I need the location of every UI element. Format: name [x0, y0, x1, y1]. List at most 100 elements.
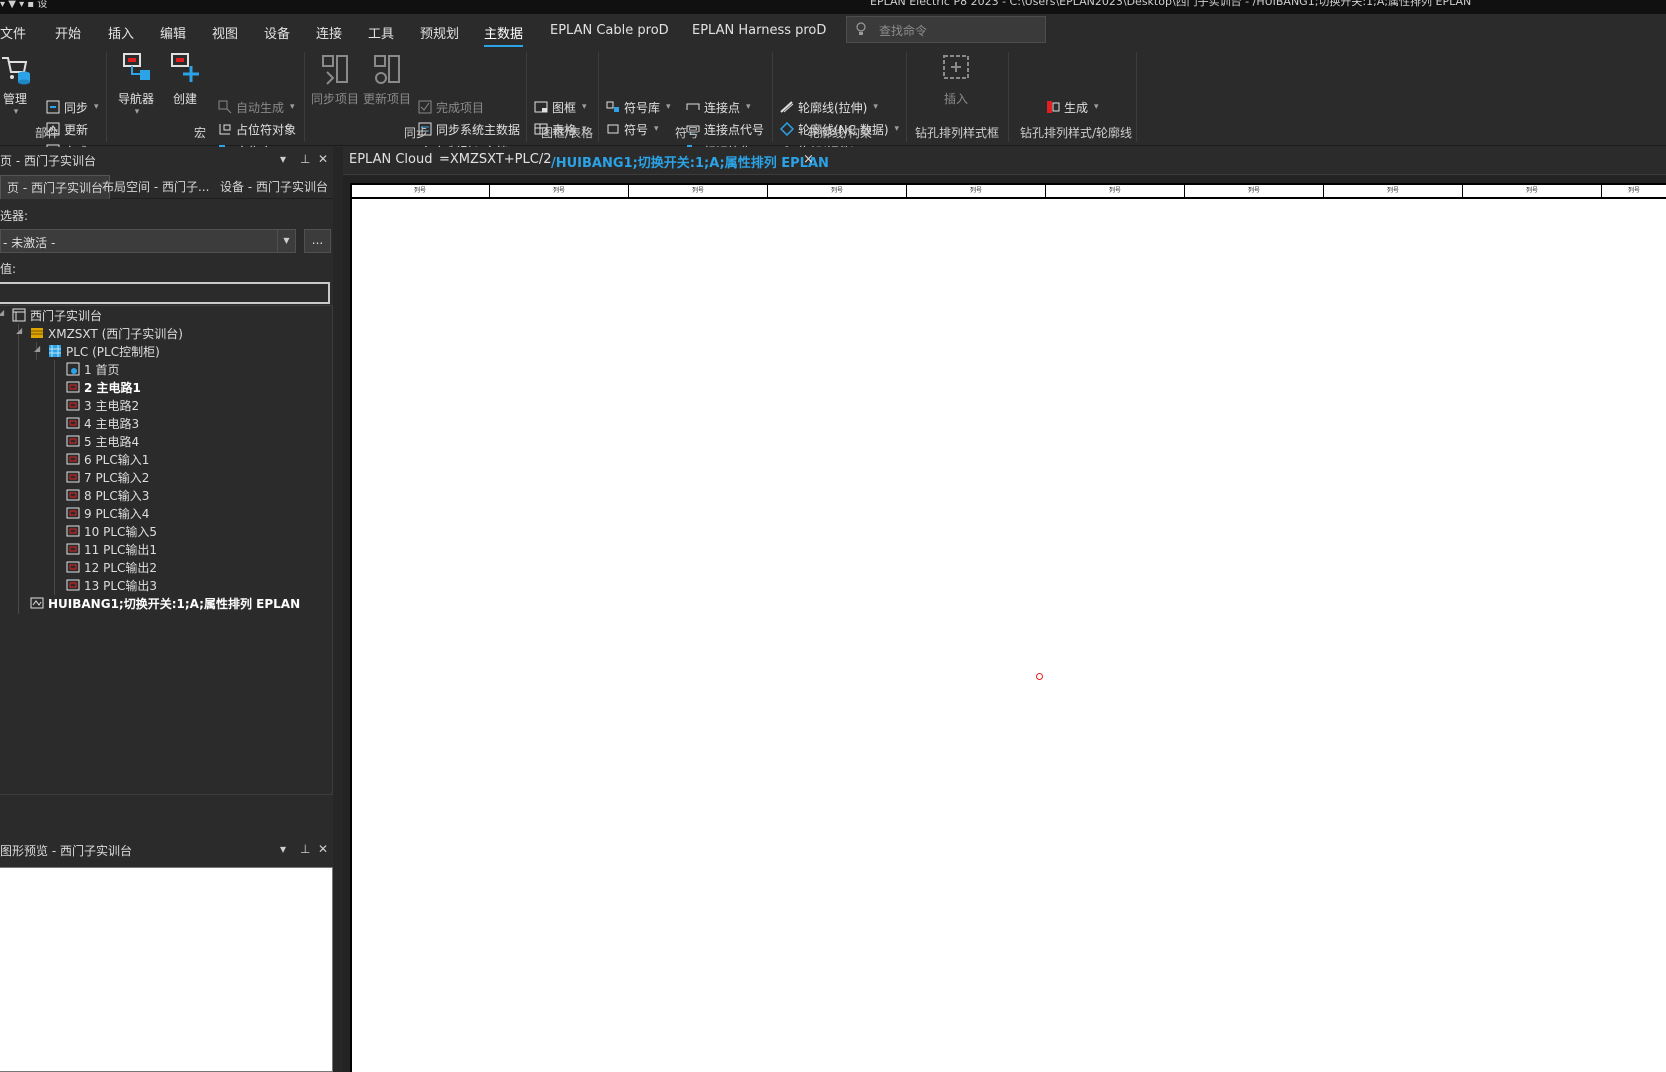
- panel-splitter[interactable]: [333, 147, 343, 1072]
- complete-project-icon: [418, 100, 432, 114]
- menu-tools[interactable]: 工具: [368, 23, 394, 42]
- placeholder-object-button[interactable]: 占位符对象: [218, 120, 296, 138]
- drill-frame-insert-button[interactable]: 插入: [932, 52, 980, 107]
- menu-start[interactable]: 开始: [55, 23, 81, 42]
- sync-project-button[interactable]: 同步项目: [310, 52, 360, 107]
- tree-page[interactable]: 1 首页: [66, 360, 119, 378]
- close-tab-icon[interactable]: ×: [803, 152, 814, 167]
- tab-eplan-cloud[interactable]: EPLAN Cloud: [349, 152, 432, 167]
- update-project-label: 更新项目: [362, 92, 411, 106]
- insertion-point-marker: [1036, 673, 1043, 680]
- pin-icon[interactable]: ⊥: [300, 152, 310, 166]
- menu-device[interactable]: 设备: [264, 23, 290, 42]
- chevron-down-icon: ▾: [582, 102, 587, 112]
- panel-menu-icon[interactable]: ▾: [280, 842, 286, 856]
- connection-point-button[interactable]: 连接点 ▾: [686, 98, 751, 116]
- tree-page-label: 8 PLC输入3: [84, 488, 150, 503]
- tree-cabinet-label: PLC (PLC控制柜): [66, 344, 160, 359]
- tree-page[interactable]: 7 PLC输入2: [66, 468, 149, 486]
- sheet-left-border: [350, 183, 352, 1072]
- auto-generate-button[interactable]: 自动生成 ▾: [218, 98, 295, 116]
- tab-pages[interactable]: 页 - 西门子实训台: [0, 175, 110, 199]
- menu-preplan[interactable]: 预规划: [420, 23, 459, 42]
- tree-page[interactable]: 9 PLC输入4: [66, 504, 149, 522]
- close-icon[interactable]: ✕: [318, 152, 328, 166]
- quick-access-toolbar[interactable]: ▾ ▼ ▾ ▪ 设: [0, 0, 47, 10]
- navigator-button[interactable]: 导航器 ▾: [114, 52, 158, 117]
- tree-page[interactable]: 13 PLC输出3: [66, 576, 157, 594]
- tab-schematic-page[interactable]: =XMZSXT+PLC/2: [439, 152, 552, 167]
- symbol-library-icon: [606, 101, 619, 112]
- tree-page[interactable]: 2 主电路1: [66, 378, 141, 396]
- tree-page[interactable]: 8 PLC输入3: [66, 486, 149, 504]
- tab-layout-space[interactable]: 布局空间 - 西门子...: [96, 175, 215, 199]
- menu-harness-prod[interactable]: EPLAN Harness proD: [692, 23, 826, 38]
- tree-collapse-icon[interactable]: ◢: [34, 344, 40, 353]
- group-label-outline: 轮廓线/构架: [807, 126, 873, 140]
- filter-label: 选器:: [0, 209, 29, 223]
- part-sync-button[interactable]: 同步 ▾: [46, 98, 99, 116]
- menu-cable-prod[interactable]: EPLAN Cable proD: [550, 23, 669, 38]
- tree-page[interactable]: 5 主电路4: [66, 432, 139, 450]
- menu-master-data[interactable]: 主数据: [484, 23, 524, 47]
- menu-insert[interactable]: 插入: [108, 23, 134, 42]
- tree-page[interactable]: 3 主电路2: [66, 396, 139, 414]
- symbol-library-button[interactable]: 符号库 ▾: [606, 98, 671, 116]
- schematic-page-icon: [66, 525, 80, 537]
- value-label: 值:: [0, 262, 17, 276]
- frame-button[interactable]: 图框 ▾: [534, 98, 587, 116]
- outline-drawn-button[interactable]: 轮廓线(拉伸) ▾: [780, 98, 878, 116]
- macro-create-button[interactable]: 创建: [166, 52, 204, 107]
- drill-frame-insert-icon: [943, 55, 969, 79]
- tree-collapse-icon[interactable]: ◢: [0, 308, 4, 317]
- symbol-button[interactable]: 符号 ▾: [606, 120, 659, 138]
- group-label-drill-frame: 钻孔排列样式框: [914, 126, 999, 140]
- chevron-down-icon: ▾: [654, 124, 659, 134]
- tree-page[interactable]: 11 PLC输出1: [66, 540, 157, 558]
- drill-outline-generate-button[interactable]: 生成 ▾: [1046, 98, 1099, 116]
- search-placeholder: 查找命令: [879, 24, 928, 38]
- tree-page-label: 12 PLC输出2: [84, 560, 158, 575]
- column-label: 列号: [906, 185, 1045, 197]
- panel-menu-icon[interactable]: ▾: [280, 152, 286, 166]
- document-tabs: EPLAN Cloud =XMZSXT+PLC/2 /HUIBANG1;切换开关…: [343, 147, 1666, 175]
- menu-connect[interactable]: 连接: [316, 23, 342, 42]
- macro-create-label: 创建: [172, 92, 197, 106]
- tree-macro-page[interactable]: HUIBANG1;切换开关:1;A;属性排列 EPLAN: [30, 594, 300, 612]
- menu-view[interactable]: 视图: [212, 23, 238, 42]
- tree-page[interactable]: 6 PLC输入1: [66, 450, 149, 468]
- chevron-down-icon: ▾: [746, 102, 751, 112]
- lightbulb-icon: [856, 22, 866, 35]
- manage-button[interactable]: 管理 ▾: [0, 52, 30, 117]
- filter-select[interactable]: - 未激活 - ▼: [0, 229, 296, 253]
- chevron-down-icon: ▾: [873, 102, 878, 112]
- menu-file[interactable]: 文件: [0, 23, 26, 42]
- tree-collapse-icon[interactable]: ◢: [16, 326, 22, 335]
- auto-generate-icon: [218, 100, 232, 114]
- navigator-label: 导航器: [117, 92, 154, 106]
- tree-page[interactable]: 12 PLC输出2: [66, 558, 157, 576]
- tree-cabinet[interactable]: PLC (PLC控制柜): [48, 342, 160, 360]
- close-icon[interactable]: ✕: [318, 842, 328, 856]
- filter-more-button[interactable]: ...: [304, 229, 331, 253]
- tree-project[interactable]: XMZSXT (西门子实训台): [30, 324, 183, 342]
- title-bar: ▾ ▼ ▾ ▪ 设 EPLAN Electric P8 2023 - C:\Us…: [0, 0, 1666, 14]
- chevron-down-icon: ▾: [666, 102, 671, 112]
- command-search[interactable]: 查找命令: [846, 16, 1046, 43]
- schematic-page-icon: [66, 471, 80, 483]
- tree-root[interactable]: 西门子实训台: [12, 306, 102, 324]
- tree-page[interactable]: 4 主电路3: [66, 414, 139, 432]
- tab-devices[interactable]: 设备 - 西门子实训台: [214, 175, 334, 199]
- auto-generate-label: 自动生成: [236, 100, 285, 115]
- menu-edit[interactable]: 编辑: [160, 23, 186, 42]
- preview-title: 图形预览 - 西门子实训台: [0, 844, 132, 858]
- tree-page[interactable]: 10 PLC输入5: [66, 522, 157, 540]
- tree-root-label: 西门子实训台: [30, 308, 103, 323]
- value-input[interactable]: [0, 282, 330, 304]
- drawing-sheet[interactable]: 列号 列号 列号 列号 列号 列号 列号 列号 列号 列号: [350, 183, 1666, 1072]
- pin-icon[interactable]: ⊥: [300, 842, 310, 856]
- update-project-button[interactable]: 更新项目: [362, 52, 412, 107]
- tab-macro-page[interactable]: /HUIBANG1;切换开关:1;A;属性排列 EPLAN: [551, 152, 829, 171]
- complete-project-button[interactable]: 完成项目: [418, 98, 484, 116]
- tree-page-label: 4 主电路3: [84, 416, 140, 431]
